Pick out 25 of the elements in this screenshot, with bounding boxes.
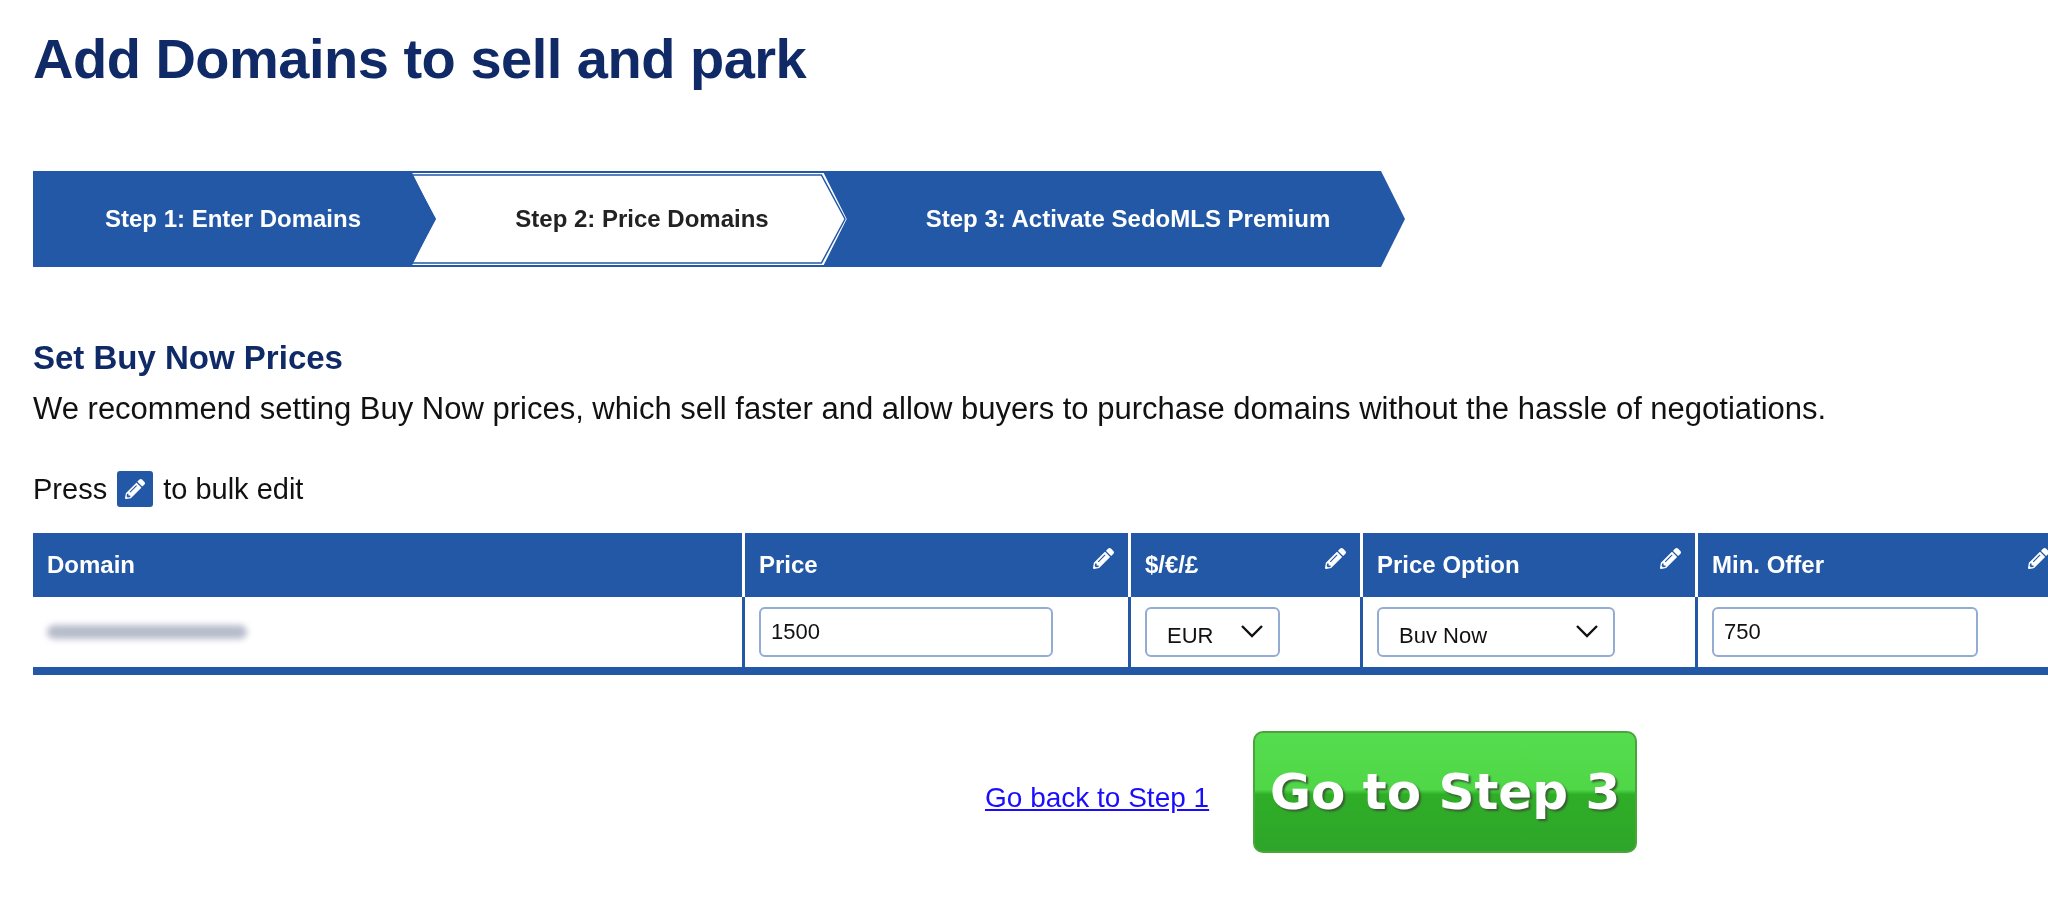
pencil-icon[interactable]	[2028, 547, 2048, 569]
column-label: Domain	[47, 551, 135, 579]
step-tab[interactable]: Step 3: Activate SedoMLS Premium	[825, 171, 1405, 267]
pencil-icon[interactable]	[1325, 547, 1346, 569]
price-option-select[interactable]: Buv Now	[1377, 607, 1615, 657]
column-label: $/€/£	[1145, 551, 1199, 579]
pencil-icon	[117, 471, 154, 507]
pencil-icon[interactable]	[1093, 547, 1114, 569]
chevron-down-icon	[1575, 624, 1599, 638]
pencil-icon[interactable]	[1660, 547, 1681, 569]
section-heading: Set Buy Now Prices	[33, 339, 344, 377]
page-title: Add Domains to sell and park	[33, 26, 808, 91]
column-label: Price Option	[1377, 551, 1520, 579]
column-label: Price	[759, 551, 818, 579]
currency-select[interactable]: EUR	[1145, 607, 1280, 657]
step-tab[interactable]: Step 1: Enter Domains	[33, 171, 433, 267]
back-link[interactable]: Go back to Step 1	[985, 782, 1210, 814]
step-tab[interactable]: Step 2: Price Domains	[409, 171, 849, 267]
min-offer-field[interactable]: 750	[1712, 607, 1978, 657]
chevron-down-icon	[1240, 624, 1264, 638]
bulk-edit-text: Press	[33, 472, 108, 506]
price-field[interactable]: 1500	[759, 607, 1053, 657]
section-description: We recommend setting Buy Now prices, which sell faster and allow buyers to purchase domains without the hassle of negotiations.	[33, 391, 1828, 427]
column-label: Min. Offer	[1712, 551, 1824, 579]
bulk-edit-text: to bulk edit	[163, 472, 304, 506]
